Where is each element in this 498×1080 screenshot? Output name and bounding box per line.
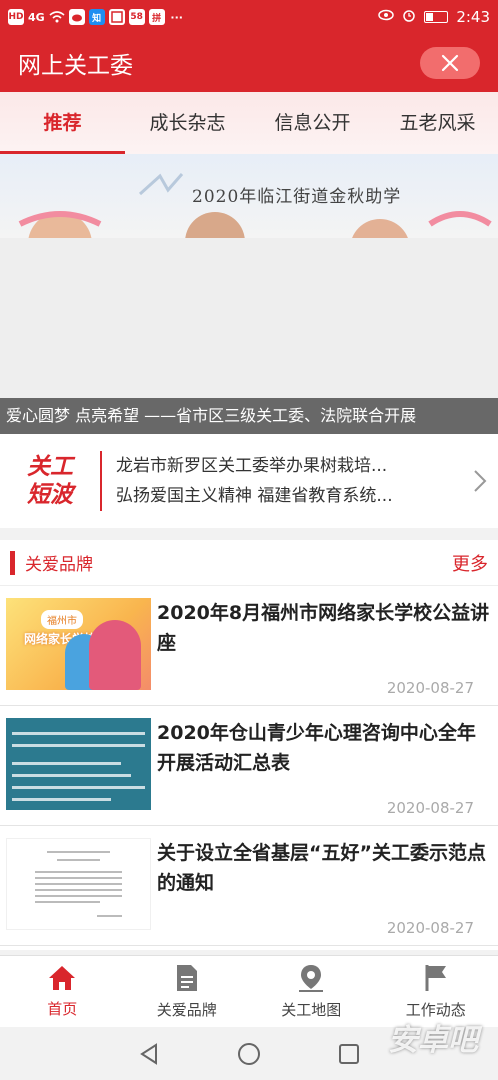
battery-icon [424, 11, 449, 23]
status-bar: HD 4G 知 58 拼 ··· 2:43 [0, 0, 498, 34]
article-date: 2020-08-27 [386, 799, 474, 817]
signal-icon: 4G [28, 10, 45, 24]
app-icon [108, 9, 125, 25]
watermark-logo: 安卓吧 [388, 1023, 478, 1058]
section-header: 关爱品牌 更多 [0, 540, 498, 586]
recents-icon[interactable] [338, 1043, 360, 1065]
pinduoduo-icon: 拼 [148, 9, 165, 25]
banner-image: 2020年临江街道金秋助学 [0, 154, 498, 238]
news-divider [100, 451, 102, 511]
article-thumbnail [6, 718, 151, 810]
news-ticker-logo: 关工 短波 [0, 446, 100, 516]
news-ticker[interactable]: 关工 短波 龙岩市新罗区关工委举办果树栽培... 弘扬爱国主义精神 福建省教育系… [0, 434, 498, 528]
category-tabs: 推荐 成长杂志 信息公开 五老风采 [0, 92, 498, 154]
article-date: 2020-08-27 [386, 679, 474, 697]
nav-care-brand[interactable]: 关爱品牌 [125, 956, 250, 1027]
article-title: 关于设立全省基层“五好”关工委示范点的通知 [157, 842, 486, 894]
article-title: 2020年8月福州市网络家长学校公益讲座 [157, 602, 490, 654]
clock: 2:43 [456, 8, 490, 26]
tab-recommend[interactable]: 推荐 [0, 92, 125, 154]
eye-icon [378, 9, 395, 25]
app-58-icon: 58 [128, 9, 145, 25]
care-brand-section: 关爱品牌 更多 福州市 网络家长学校 2020年8月福州市网络家长学校公益讲座 … [0, 540, 498, 950]
article-thumbnail [6, 838, 151, 930]
banner-carousel[interactable]: 2020年临江街道金秋助学 爱心圆梦 点亮希望 ——省市区三级关工委、法院联合开… [0, 154, 498, 434]
tab-growth-magazine[interactable]: 成长杂志 [125, 92, 250, 154]
banner-caption: 爱心圆梦 点亮希望 ——省市区三级关工委、法院联合开展 [0, 398, 498, 434]
tab-info-disclosure[interactable]: 信息公开 [250, 92, 375, 154]
thumbnail-badge: 福州市 [41, 610, 83, 629]
nav-home[interactable]: 首页 [0, 956, 125, 1027]
document-icon [176, 965, 197, 991]
banner-image-title: 2020年临江街道金秋助学 [192, 187, 402, 207]
back-icon[interactable] [138, 1042, 160, 1065]
article-item[interactable]: 关于设立全省基层“五好”关工委示范点的通知 2020-08-27 [0, 826, 498, 946]
home-circle-icon[interactable] [237, 1042, 261, 1066]
status-icons: HD 4G 知 58 拼 ··· [8, 9, 185, 25]
nav-map-label: 关工地图 [281, 1001, 342, 1019]
close-button[interactable] [420, 47, 480, 79]
nav-home-label: 首页 [47, 1000, 78, 1018]
news-item[interactable]: 弘扬爱国主义精神 福建省教育系统... [116, 481, 446, 511]
chevron-right-icon[interactable] [462, 469, 498, 493]
hd-icon: HD [8, 9, 24, 25]
nav-care-brand-label: 关爱品牌 [156, 1001, 217, 1019]
app-title: 网上关工委 [18, 53, 133, 79]
news-logo-line1: 关工 [27, 454, 73, 480]
weibo-icon [68, 9, 85, 25]
article-item[interactable]: 2020年仓山青少年心理咨询中心全年开展活动汇总表 2020-08-27 [0, 706, 498, 826]
section-title: 关爱品牌 [25, 555, 93, 575]
home-icon [49, 966, 76, 990]
tab-elders-showcase[interactable]: 五老风采 [375, 92, 498, 154]
more-link[interactable]: 更多 [452, 550, 488, 576]
section-accent-bar [10, 550, 15, 575]
map-pin-icon [299, 965, 324, 992]
flag-icon [425, 965, 446, 991]
news-item[interactable]: 龙岩市新罗区关工委举办果树栽培... [116, 451, 446, 481]
battery-fill [426, 13, 433, 21]
article-thumbnail: 福州市 网络家长学校 [6, 598, 151, 690]
nav-map[interactable]: 关工地图 [249, 956, 374, 1027]
article-date: 2020-08-27 [386, 919, 474, 937]
article-title: 2020年仓山青少年心理咨询中心全年开展活动汇总表 [157, 722, 476, 774]
wifi-icon [49, 9, 65, 25]
close-icon [441, 54, 459, 72]
news-logo-line2: 短波 [27, 482, 73, 508]
more-notifications-icon: ··· [170, 10, 183, 24]
zhihu-icon: 知 [88, 9, 105, 25]
alarm-icon [402, 8, 416, 26]
article-item[interactable]: 福州市 网络家长学校 2020年8月福州市网络家长学校公益讲座 2020-08-… [0, 586, 498, 706]
app-bar: 网上关工委 [0, 34, 498, 92]
